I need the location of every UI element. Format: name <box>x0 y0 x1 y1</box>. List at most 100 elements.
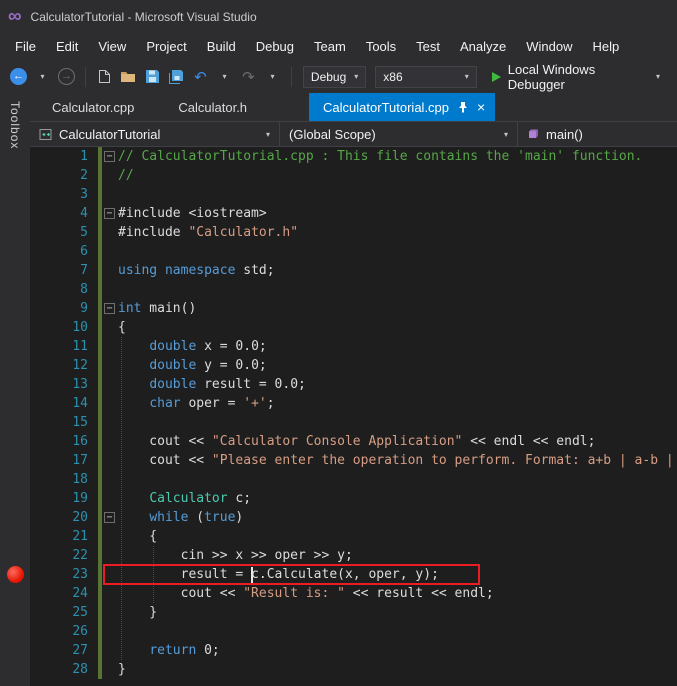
line-number[interactable]: 22 <box>30 546 98 565</box>
line-number[interactable]: 2 <box>30 166 98 185</box>
navigate-back-button[interactable]: ← <box>8 65 29 89</box>
code-line[interactable]: 3 <box>30 185 677 204</box>
line-number[interactable]: 17 <box>30 451 98 470</box>
code-line[interactable]: 26 <box>30 622 677 641</box>
code-line[interactable]: 25 } <box>30 603 677 622</box>
collapse-region-icon[interactable]: − <box>104 151 115 162</box>
line-number[interactable]: 23 <box>30 565 98 584</box>
code-line[interactable]: 27 return 0; <box>30 641 677 660</box>
menu-help[interactable]: Help <box>583 35 630 58</box>
tab-calculator.h[interactable]: Calculator.h <box>156 93 269 121</box>
solution-configuration-dropdown[interactable]: Debug ▾ <box>303 66 366 88</box>
code-line[interactable]: 23 result = c.Calculate(x, oper, y); <box>30 565 677 584</box>
line-number[interactable]: 16 <box>30 432 98 451</box>
line-number[interactable]: 12 <box>30 356 98 375</box>
line-number[interactable]: 9 <box>30 299 98 318</box>
line-number[interactable]: 11 <box>30 337 98 356</box>
line-number[interactable]: 25 <box>30 603 98 622</box>
scope-dropdown[interactable]: (Global Scope) ▾ <box>280 122 518 146</box>
line-number[interactable]: 1 <box>30 147 98 166</box>
menu-view[interactable]: View <box>88 35 136 58</box>
line-number[interactable]: 20 <box>30 508 98 527</box>
redo-dropdown[interactable]: ▾ <box>262 65 283 89</box>
tab-calculatortutorial.cpp[interactable]: CalculatorTutorial.cpp× <box>309 93 495 121</box>
collapse-region-icon[interactable]: − <box>104 303 115 314</box>
line-number[interactable]: 18 <box>30 470 98 489</box>
code-line[interactable]: 8 <box>30 280 677 299</box>
code-line[interactable]: 1−// CalculatorTutorial.cpp : This file … <box>30 147 677 166</box>
line-number[interactable]: 14 <box>30 394 98 413</box>
code-line[interactable]: 5#include "Calculator.h" <box>30 223 677 242</box>
toolbox-panel-tab[interactable]: Toolbox <box>0 93 30 686</box>
menu-test[interactable]: Test <box>406 35 450 58</box>
project-dropdown[interactable]: CalculatorTutorial ▾ <box>30 122 280 146</box>
menu-analyze[interactable]: Analyze <box>450 35 516 58</box>
menu-project[interactable]: Project <box>136 35 196 58</box>
code-line[interactable]: 21 { <box>30 527 677 546</box>
collapse-region-icon[interactable]: − <box>104 208 115 219</box>
line-number[interactable]: 19 <box>30 489 98 508</box>
line-number[interactable]: 4 <box>30 204 98 223</box>
line-number[interactable]: 26 <box>30 622 98 641</box>
menu-file[interactable]: File <box>5 35 46 58</box>
code-line[interactable]: 12 double y = 0.0; <box>30 356 677 375</box>
line-number[interactable]: 6 <box>30 242 98 261</box>
line-number[interactable]: 28 <box>30 660 98 679</box>
code-line[interactable]: 2// <box>30 166 677 185</box>
line-number[interactable]: 7 <box>30 261 98 280</box>
code-line[interactable]: 9−int main() <box>30 299 677 318</box>
code-line[interactable]: 16 cout << "Calculator Console Applicati… <box>30 432 677 451</box>
code-line[interactable]: 28} <box>30 660 677 679</box>
pin-icon[interactable] <box>458 101 468 113</box>
line-number[interactable]: 27 <box>30 641 98 660</box>
line-number[interactable]: 3 <box>30 185 98 204</box>
code-line[interactable]: 13 double result = 0.0; <box>30 375 677 394</box>
code-line[interactable]: 6 <box>30 242 677 261</box>
menu-team[interactable]: Team <box>304 35 356 58</box>
navigate-forward-button[interactable]: → <box>56 65 77 89</box>
navigate-back-dropdown[interactable]: ▾ <box>32 65 53 89</box>
code-line[interactable]: 22 cin >> x >> oper >> y; <box>30 546 677 565</box>
menu-edit[interactable]: Edit <box>46 35 88 58</box>
save-button[interactable] <box>142 65 163 89</box>
line-number[interactable]: 5 <box>30 223 98 242</box>
tab-strip: Calculator.cppCalculator.h CalculatorTuto… <box>30 93 677 121</box>
save-all-button[interactable] <box>166 65 187 89</box>
code-line[interactable]: 10{ <box>30 318 677 337</box>
code-line[interactable]: 20− while (true) <box>30 508 677 527</box>
line-number[interactable]: 21 <box>30 527 98 546</box>
member-dropdown[interactable]: main() <box>518 122 677 146</box>
undo-dropdown[interactable]: ▾ <box>214 65 235 89</box>
solution-platform-dropdown[interactable]: x86 ▾ <box>375 66 476 88</box>
chevron-down-icon: ▾ <box>346 72 358 81</box>
code-line[interactable]: 7using namespace std; <box>30 261 677 280</box>
line-number[interactable]: 8 <box>30 280 98 299</box>
outlining-margin <box>102 413 118 432</box>
code-line[interactable]: 19 Calculator c; <box>30 489 677 508</box>
line-number[interactable]: 13 <box>30 375 98 394</box>
new-file-button[interactable] <box>94 65 115 89</box>
collapse-region-icon[interactable]: − <box>104 512 115 523</box>
code-line[interactable]: 17 cout << "Please enter the operation t… <box>30 451 677 470</box>
code-editor[interactable]: 1−// CalculatorTutorial.cpp : This file … <box>30 147 677 686</box>
line-number[interactable]: 10 <box>30 318 98 337</box>
open-file-button[interactable] <box>118 65 139 89</box>
code-line[interactable]: 11 double x = 0.0; <box>30 337 677 356</box>
undo-button[interactable]: ↶ <box>190 65 211 89</box>
code-line[interactable]: 18 <box>30 470 677 489</box>
code-line[interactable]: 24 cout << "Result is: " << result << en… <box>30 584 677 603</box>
menu-debug[interactable]: Debug <box>246 35 304 58</box>
menu-tools[interactable]: Tools <box>356 35 406 58</box>
code-line[interactable]: 14 char oper = '+'; <box>30 394 677 413</box>
redo-button[interactable]: ↷ <box>238 65 259 89</box>
line-number[interactable]: 15 <box>30 413 98 432</box>
breakpoint-indicator[interactable] <box>7 566 24 583</box>
local-windows-debugger-button[interactable]: Local Windows Debugger ▾ <box>483 65 669 89</box>
menu-build[interactable]: Build <box>197 35 246 58</box>
close-icon[interactable]: × <box>477 100 485 114</box>
tab-calculator.cpp[interactable]: Calculator.cpp <box>30 93 156 121</box>
menu-window[interactable]: Window <box>516 35 582 58</box>
code-line[interactable]: 4−#include <iostream> <box>30 204 677 223</box>
code-line[interactable]: 15 <box>30 413 677 432</box>
line-number[interactable]: 24 <box>30 584 98 603</box>
